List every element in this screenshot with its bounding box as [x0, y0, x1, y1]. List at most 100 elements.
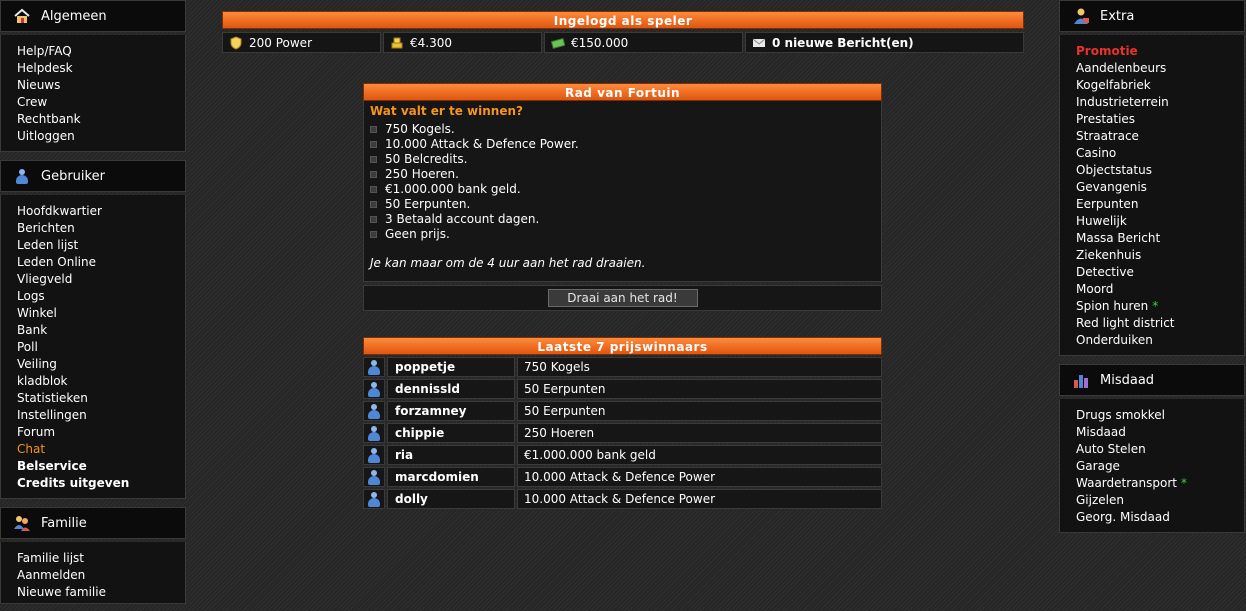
- gold-coins-icon: [390, 36, 404, 50]
- messages-cell[interactable]: 0 nieuwe Bericht(en): [745, 32, 1024, 53]
- menu-item-nieuws[interactable]: Nieuws: [17, 77, 185, 94]
- section-body-misdaad: Drugs smokkel Misdaad Auto Stelen Garage…: [1059, 399, 1245, 533]
- menu-item-leden-lijst[interactable]: Leden lijst: [17, 237, 185, 254]
- menu-item-uitloggen[interactable]: Uitloggen: [17, 128, 185, 145]
- menu-item-nieuwe-familie[interactable]: Nieuwe familie: [17, 584, 185, 601]
- menu-item-drugs-smokkel[interactable]: Drugs smokkel: [1076, 407, 1244, 424]
- menu-item-waardetransport[interactable]: Waardetransport *: [1076, 475, 1244, 492]
- menu-item-veiling[interactable]: Veiling: [17, 356, 185, 373]
- menu-item-berichten[interactable]: Berichten: [17, 220, 185, 237]
- menu-item-instellingen[interactable]: Instellingen: [17, 407, 185, 424]
- status-panel: Ingelogd als speler 200 Power €4.300 €15…: [222, 11, 1024, 53]
- menu-item-gijzelen[interactable]: Gijzelen: [1076, 492, 1244, 509]
- bank-cell: €150.000: [544, 32, 743, 53]
- menu-item-detective[interactable]: Detective: [1076, 264, 1244, 281]
- winner-name[interactable]: dolly: [387, 489, 515, 509]
- menu-item-auto-stelen[interactable]: Auto Stelen: [1076, 441, 1244, 458]
- menu-item-bank[interactable]: Bank: [17, 322, 185, 339]
- menu-item-ziekenhuis[interactable]: Ziekenhuis: [1076, 247, 1244, 264]
- section-title: Extra: [1100, 8, 1135, 24]
- winner-name[interactable]: chippie: [387, 423, 515, 443]
- table-row: dolly 10.000 Attack & Defence Power: [363, 489, 882, 509]
- menu-item-hoofdkwartier[interactable]: Hoofdkwartier: [17, 203, 185, 220]
- right-sidebar: Extra Promotie Aandelenbeurs Kogelfabrie…: [1059, 0, 1245, 533]
- table-row: forzamney 50 Eerpunten: [363, 401, 882, 421]
- winner-name[interactable]: ria: [387, 445, 515, 465]
- user-extra-icon: [1072, 7, 1090, 25]
- prizes-title: Wat valt er te winnen?: [370, 104, 523, 118]
- menu-item-industrieterrein[interactable]: Industrieterrein: [1076, 94, 1244, 111]
- menu-item-casino[interactable]: Casino: [1076, 145, 1244, 162]
- menu-item-credits-uitgeven[interactable]: Credits uitgeven: [17, 475, 185, 492]
- menu-item-kladblok[interactable]: kladblok: [17, 373, 185, 390]
- menu-item-kogelfabriek[interactable]: Kogelfabriek: [1076, 77, 1244, 94]
- bank-value: €150.000: [571, 35, 629, 50]
- wheel-body: Wat valt er te winnen? 750 Kogels. 10.00…: [363, 101, 882, 282]
- messages-value[interactable]: 0 nieuwe Bericht(en): [772, 36, 914, 50]
- table-row: marcdomien 10.000 Attack & Defence Power: [363, 467, 882, 487]
- menu-item-georg-misdaad[interactable]: Georg. Misdaad: [1076, 509, 1244, 526]
- menu-item-gevangenis[interactable]: Gevangenis: [1076, 179, 1244, 196]
- menu-item-vliegveld[interactable]: Vliegveld: [17, 271, 185, 288]
- spin-area: Draai aan het rad!: [363, 285, 882, 311]
- menu-item-helpdesk[interactable]: Helpdesk: [17, 60, 185, 77]
- menu-item-crew[interactable]: Crew: [17, 94, 185, 111]
- menu-item-moord[interactable]: Moord: [1076, 281, 1244, 298]
- winner-name[interactable]: dennissld: [387, 379, 515, 399]
- user-icon: [363, 445, 385, 465]
- list-item: 3 Betaald account dagen.: [370, 212, 881, 227]
- menu-item-familie-lijst[interactable]: Familie lijst: [17, 550, 185, 567]
- winner-prize: 50 Eerpunten: [517, 401, 882, 421]
- table-row: ria €1.000.000 bank geld: [363, 445, 882, 465]
- menu-item-statistieken[interactable]: Statistieken: [17, 390, 185, 407]
- menu-item-aandelenbeurs[interactable]: Aandelenbeurs: [1076, 60, 1244, 77]
- menu-item-aanmelden[interactable]: Aanmelden: [17, 567, 185, 584]
- winner-name[interactable]: poppetje: [387, 357, 515, 377]
- menu-item-logs[interactable]: Logs: [17, 288, 185, 305]
- winner-prize: €1.000.000 bank geld: [517, 445, 882, 465]
- menu-item-help-faq[interactable]: Help/FAQ: [17, 43, 185, 60]
- section-title: Misdaad: [1100, 372, 1155, 388]
- menu-item-prestaties[interactable]: Prestaties: [1076, 111, 1244, 128]
- user-icon: [363, 379, 385, 399]
- user-icon: [363, 423, 385, 443]
- section-body-algemeen: Help/FAQ Helpdesk Nieuws Crew Rechtbank …: [0, 35, 186, 152]
- chart-icon: [1072, 371, 1090, 389]
- menu-item-red-light-district[interactable]: Red light district: [1076, 315, 1244, 332]
- user-icon: [363, 467, 385, 487]
- list-item: Geen prijs.: [370, 227, 881, 242]
- menu-item-belservice[interactable]: Belservice: [17, 458, 185, 475]
- menu-item-eerpunten[interactable]: Eerpunten: [1076, 196, 1244, 213]
- menu-item-massa-bericht[interactable]: Massa Bericht: [1076, 230, 1244, 247]
- menu-item-winkel[interactable]: Winkel: [17, 305, 185, 322]
- left-sidebar: Algemeen Help/FAQ Helpdesk Nieuws Crew R…: [0, 0, 186, 604]
- winner-name[interactable]: marcdomien: [387, 467, 515, 487]
- banknote-icon: [550, 36, 566, 50]
- menu-item-poll[interactable]: Poll: [17, 339, 185, 356]
- menu-item-forum[interactable]: Forum: [17, 424, 185, 441]
- list-item: 50 Eerpunten.: [370, 197, 881, 212]
- table-row: dennissld 50 Eerpunten: [363, 379, 882, 399]
- menu-item-spion-huren[interactable]: Spion huren *: [1076, 298, 1244, 315]
- menu-item-rechtbank[interactable]: Rechtbank: [17, 111, 185, 128]
- new-star-icon: *: [1152, 299, 1159, 313]
- list-item: 10.000 Attack & Defence Power.: [370, 137, 881, 152]
- winner-prize: 10.000 Attack & Defence Power: [517, 467, 882, 487]
- winners-title: Laatste 7 prijswinnaars: [363, 337, 882, 355]
- menu-item-misdaad[interactable]: Misdaad: [1076, 424, 1244, 441]
- menu-item-straatrace[interactable]: Straatrace: [1076, 128, 1244, 145]
- winner-name[interactable]: forzamney: [387, 401, 515, 421]
- menu-item-objectstatus[interactable]: Objectstatus: [1076, 162, 1244, 179]
- section-body-extra: Promotie Aandelenbeurs Kogelfabriek Indu…: [1059, 35, 1245, 356]
- menu-item-chat[interactable]: Chat: [17, 441, 185, 458]
- menu-item-garage[interactable]: Garage: [1076, 458, 1244, 475]
- menu-item-leden-online[interactable]: Leden Online: [17, 254, 185, 271]
- menu-item-promotie[interactable]: Promotie: [1076, 43, 1244, 60]
- menu-item-onderduiken[interactable]: Onderduiken: [1076, 332, 1244, 349]
- table-row: poppetje 750 Kogels: [363, 357, 882, 377]
- section-title: Algemeen: [41, 8, 107, 24]
- family-icon: [13, 514, 31, 532]
- menu-item-huwelijk[interactable]: Huwelijk: [1076, 213, 1244, 230]
- spin-wheel-button[interactable]: Draai aan het rad!: [547, 289, 698, 307]
- list-item: 250 Hoeren.: [370, 167, 881, 182]
